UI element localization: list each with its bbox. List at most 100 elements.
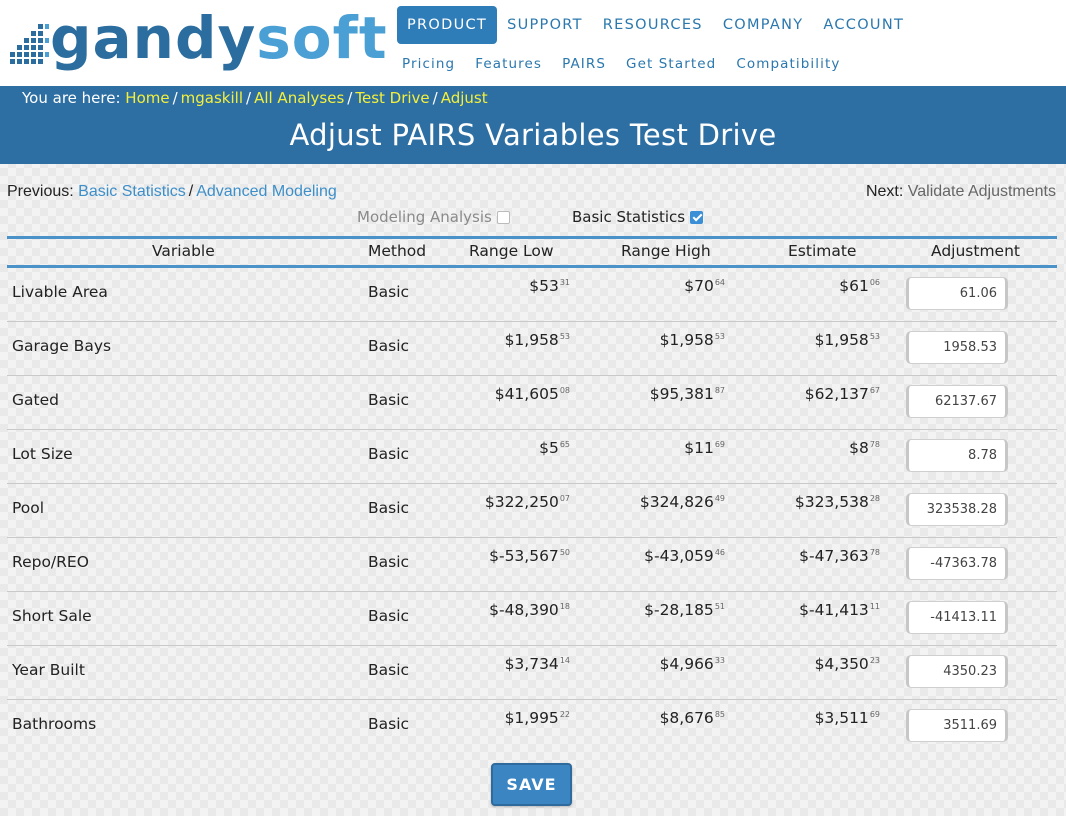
breadcrumb-home[interactable]: Home bbox=[125, 89, 169, 107]
breadcrumb-adjust[interactable]: Adjust bbox=[441, 89, 488, 107]
cell-range-low-cents: 65 bbox=[559, 440, 570, 449]
cell-range-high: $1,958 53 bbox=[660, 331, 725, 349]
page-banner: You are here: Home / mgaskill / All Analyses… bbox=[0, 86, 1066, 164]
cell-estimate-amount: $4,350 bbox=[814, 655, 869, 673]
previous-link-basic-statistics[interactable]: Basic Statistics bbox=[78, 183, 186, 200]
cell-method: Basic bbox=[368, 337, 410, 355]
cell-range-low: $-53,567 50 bbox=[489, 547, 570, 565]
adjustment-input[interactable] bbox=[906, 547, 1008, 580]
cell-range-high: $8,676 85 bbox=[660, 709, 725, 727]
cell-range-low: $1,958 53 bbox=[505, 331, 570, 349]
adjustment-input[interactable] bbox=[906, 709, 1008, 742]
cell-range-high-amount: $1,958 bbox=[659, 331, 714, 349]
breadcrumb-test-drive[interactable]: Test Drive bbox=[355, 89, 429, 107]
cell-range-high-cents: 46 bbox=[714, 548, 725, 557]
next-label: Next: bbox=[865, 183, 904, 200]
save-button[interactable]: SAVE bbox=[491, 763, 572, 806]
subnav-get-started[interactable]: Get Started bbox=[621, 56, 726, 72]
table-row: Repo/REO Basic $-53,567 50 $-43,059 46 $-47,36… bbox=[7, 538, 1057, 592]
cell-range-low-cents: 14 bbox=[559, 656, 570, 665]
cell-estimate-amount: $61 bbox=[839, 277, 869, 295]
cell-range-low-amount: $-48,390 bbox=[489, 601, 559, 619]
breadcrumb-user[interactable]: mgaskill bbox=[181, 89, 243, 107]
subnav-compatibility[interactable]: Compatibility bbox=[731, 56, 850, 72]
nav-product[interactable]: PRODUCT bbox=[397, 6, 498, 44]
cell-estimate-amount: $-47,363 bbox=[799, 547, 869, 565]
cell-range-low-cents: 22 bbox=[559, 710, 570, 719]
table-row: Garage Bays Basic $1,958 53 $1,958 53 $1,958 53 bbox=[7, 322, 1057, 376]
adjustment-input[interactable] bbox=[906, 601, 1008, 634]
nav-resources[interactable]: RESOURCES bbox=[593, 6, 713, 44]
adjustment-input[interactable] bbox=[906, 385, 1008, 418]
breadcrumb: You are here: Home / mgaskill / All Analyses… bbox=[22, 89, 488, 107]
adjustment-input[interactable] bbox=[906, 277, 1008, 310]
cell-variable: Bathrooms bbox=[12, 715, 97, 733]
gandysoft-logo[interactable]: gandysoft bbox=[8, 6, 387, 70]
cell-range-low: $3,734 14 bbox=[505, 655, 570, 673]
cell-estimate-amount: $8 bbox=[849, 439, 869, 457]
cell-range-low-amount: $322,250 bbox=[484, 493, 559, 511]
cell-range-low-amount: $41,605 bbox=[494, 385, 559, 403]
cell-range-high-cents: 49 bbox=[714, 494, 725, 503]
logo-text-gandy: gandy bbox=[50, 4, 257, 72]
cell-range-low-amount: $-53,567 bbox=[489, 547, 559, 565]
cell-estimate-amount: $1,958 bbox=[814, 331, 869, 349]
header-estimate: Estimate bbox=[788, 242, 857, 260]
next-links: Next: Validate Adjustments bbox=[866, 183, 1056, 201]
cell-range-high: $-28,185 51 bbox=[644, 601, 725, 619]
logo-text-soft: soft bbox=[256, 4, 388, 72]
sub-navigation: Pricing Features PAIRS Get Started Compa… bbox=[397, 52, 855, 76]
subnav-pairs[interactable]: PAIRS bbox=[557, 56, 616, 72]
previous-label: Previous: bbox=[7, 183, 74, 200]
cell-range-low-amount: $1,995 bbox=[504, 709, 559, 727]
cell-range-high-cents: 69 bbox=[714, 440, 725, 449]
cell-range-high: $324,826 49 bbox=[640, 493, 725, 511]
subnav-pricing[interactable]: Pricing bbox=[397, 56, 465, 72]
cell-range-low: $1,995 22 bbox=[505, 709, 570, 727]
cell-estimate: $3,511 69 bbox=[815, 709, 880, 727]
cell-range-high: $95,381 87 bbox=[650, 385, 725, 403]
cell-range-low: $41,605 08 bbox=[495, 385, 570, 403]
next-link-validate-adjustments[interactable]: Validate Adjustments bbox=[908, 183, 1056, 200]
adjustment-input[interactable] bbox=[906, 493, 1008, 526]
breadcrumb-all-analyses[interactable]: All Analyses bbox=[254, 89, 344, 107]
cell-range-high-amount: $4,966 bbox=[659, 655, 714, 673]
table-body: Livable Area Basic $5331 $7064 $6106 Garage B… bbox=[7, 268, 1057, 754]
cell-range-low-cents: 07 bbox=[559, 494, 570, 503]
cell-range-low-cents: 18 bbox=[559, 602, 570, 611]
nav-support[interactable]: SUPPORT bbox=[497, 6, 593, 44]
cell-range-low: $-48,390 18 bbox=[489, 601, 570, 619]
cell-range-high-cents: 33 bbox=[714, 656, 725, 665]
cell-estimate-cents: 69 bbox=[869, 710, 880, 719]
modeling-analysis-toggle[interactable]: Modeling Analysis bbox=[357, 208, 510, 226]
breadcrumb-separator: / bbox=[172, 89, 178, 107]
breadcrumb-separator: / bbox=[246, 89, 252, 107]
nav-company[interactable]: COMPANY bbox=[713, 6, 814, 44]
header-adjustment: Adjustment bbox=[931, 242, 1020, 260]
basic-statistics-checkbox[interactable] bbox=[690, 210, 704, 224]
adjustment-input[interactable] bbox=[906, 331, 1008, 364]
previous-separator: / bbox=[188, 183, 194, 200]
page-title: Adjust PAIRS Variables Test Drive bbox=[289, 118, 777, 152]
cell-range-high-cents: 85 bbox=[714, 710, 725, 719]
cell-estimate: $323,538 28 bbox=[795, 493, 880, 511]
cell-range-high-cents: 64 bbox=[714, 278, 725, 287]
adjustment-input[interactable] bbox=[906, 655, 1008, 688]
basic-statistics-toggle[interactable]: Basic Statistics bbox=[572, 208, 704, 226]
cell-range-high: $4,966 33 bbox=[660, 655, 725, 673]
cell-estimate-amount: $323,538 bbox=[794, 493, 869, 511]
adjustment-input[interactable] bbox=[906, 439, 1008, 472]
nav-account[interactable]: ACCOUNT bbox=[813, 6, 914, 44]
cell-estimate: $4,350 23 bbox=[815, 655, 880, 673]
cell-estimate-cents: 06 bbox=[869, 278, 880, 287]
subnav-features[interactable]: Features bbox=[470, 56, 552, 72]
cell-estimate-cents: 67 bbox=[869, 386, 880, 395]
header-range-low: Range Low bbox=[469, 242, 554, 260]
cell-range-high-amount: $8,676 bbox=[659, 709, 714, 727]
cell-range-low-cents: 08 bbox=[559, 386, 570, 395]
cell-range-high-amount: $-43,059 bbox=[644, 547, 714, 565]
table-row: Bathrooms Basic $1,995 22 $8,676 85 $3,511 69 bbox=[7, 700, 1057, 754]
modeling-analysis-checkbox[interactable] bbox=[496, 210, 510, 224]
previous-link-advanced-modeling[interactable]: Advanced Modeling bbox=[196, 183, 337, 200]
cell-method: Basic bbox=[368, 391, 410, 409]
